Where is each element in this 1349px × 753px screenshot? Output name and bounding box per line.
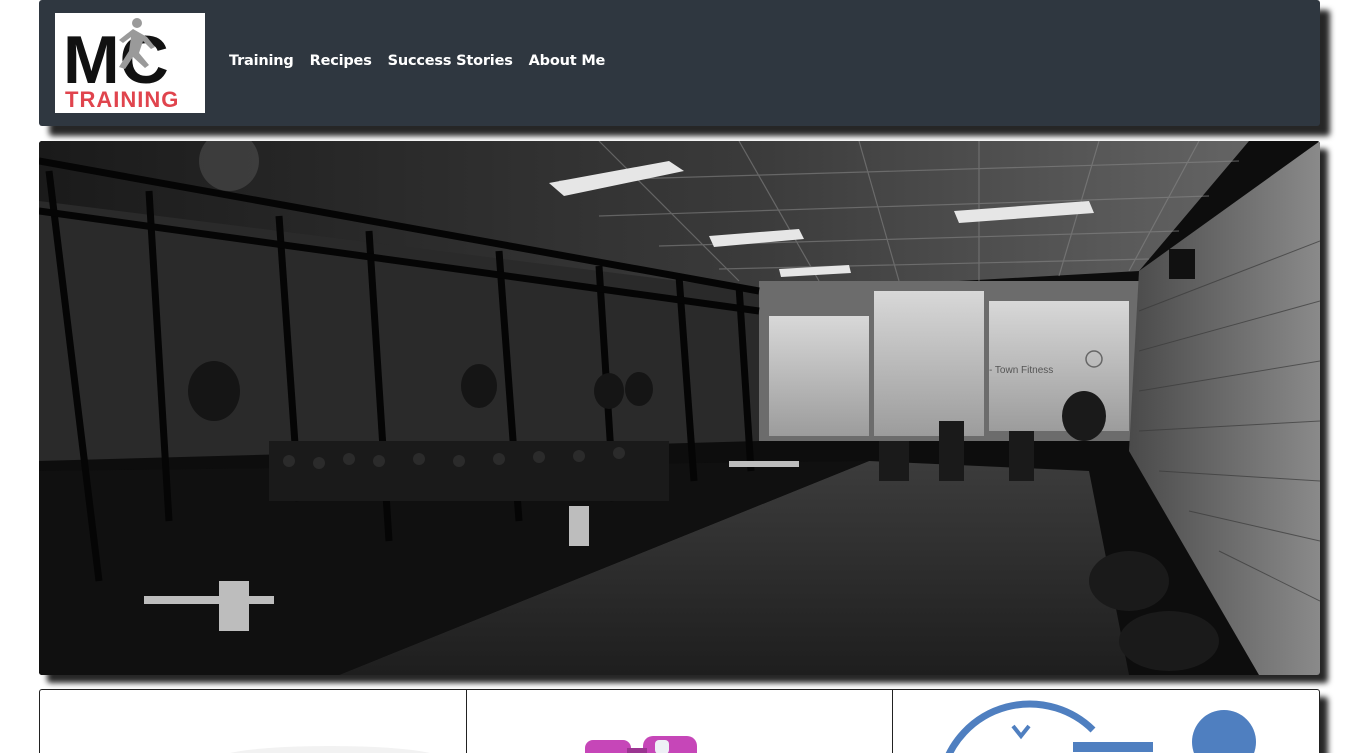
main-nav: Training Recipes Success Stories About M… (229, 53, 605, 69)
page: MC TRAINING Training Recipes Success Sto… (0, 0, 1349, 753)
fitness-photo-icon (230, 746, 430, 753)
nav-success-stories[interactable]: Success Stories (388, 53, 513, 69)
dumbbell-icon (584, 736, 697, 753)
gym-interior-illustration: - Town Fitness (39, 141, 1320, 675)
logo-subtitle: TRAINING (65, 87, 179, 112)
card-clock[interactable] (893, 690, 1319, 753)
hero-gym-image: - Town Fitness (39, 141, 1320, 675)
card-photo[interactable] (40, 690, 467, 753)
logo-graphic: MC TRAINING (63, 18, 179, 112)
nav-training[interactable]: Training (229, 53, 294, 69)
nav-about-me[interactable]: About Me (529, 53, 606, 69)
clock-icon (946, 700, 1257, 753)
card-dumbbell[interactable] (467, 690, 894, 753)
nav-recipes[interactable]: Recipes (310, 53, 372, 69)
feature-cards (39, 689, 1320, 753)
site-header: MC TRAINING Training Recipes Success Sto… (39, 0, 1320, 126)
window-sign-text: - Town Fitness (989, 365, 1053, 376)
mc-training-logo[interactable]: MC TRAINING (55, 13, 205, 113)
